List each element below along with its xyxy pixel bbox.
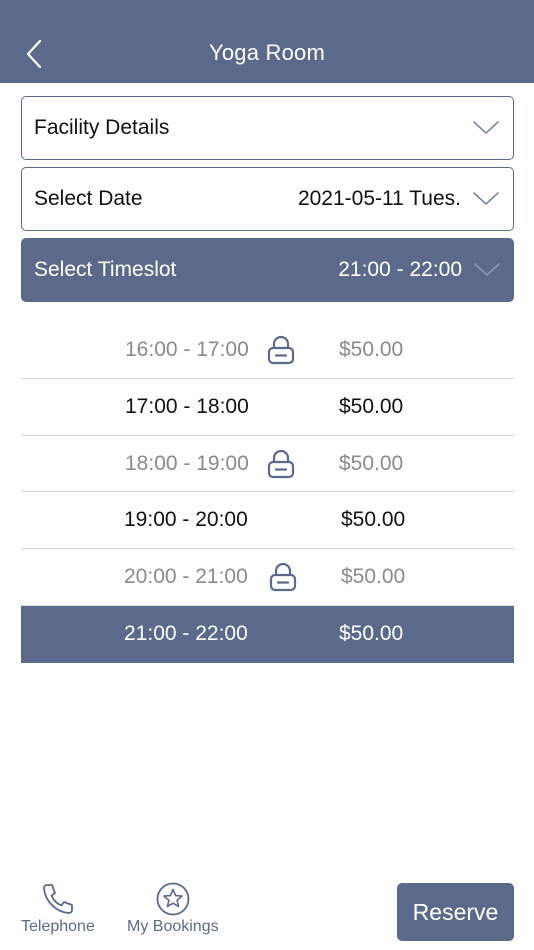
chevron-down-icon (474, 263, 500, 276)
timeslot-price: $50.00 (341, 565, 406, 589)
select-timeslot-label: Select Timeslot (34, 258, 177, 281)
timeslot-price: $50.00 (341, 508, 406, 532)
selected-timeslot-value: 21:00 - 22:00 (338, 258, 462, 281)
select-date-label: Select Date (34, 187, 143, 210)
facility-details-label: Facility Details (34, 116, 170, 139)
timeslot-price: $50.00 (339, 621, 404, 645)
timeslot-row[interactable]: 19:00 - 20:00 $50.00 (21, 492, 514, 550)
timeslot-row-selected[interactable]: 21:00 - 22:00 $50.00 (21, 605, 514, 663)
selected-date-value: 2021-05-11 Tues. (297, 187, 461, 210)
timeslot-time: 20:00 - 21:00 (124, 565, 248, 589)
timeslot-time: 17:00 - 18:00 (125, 394, 249, 418)
my-bookings-tab[interactable]: My Bookings (127, 882, 219, 936)
reserve-button[interactable]: Reserve (397, 883, 514, 941)
timeslot-row[interactable]: 18:00 - 19:00 $50.00 (21, 436, 514, 493)
bottom-toolbar: Telephone My Bookings Reserve (0, 870, 534, 950)
phone-icon (43, 884, 73, 914)
my-bookings-label: My Bookings (127, 918, 219, 935)
star-icon (156, 882, 190, 916)
telephone-tab[interactable]: Telephone (21, 882, 95, 936)
lock-icon (269, 563, 297, 592)
lock-icon (267, 449, 295, 478)
timeslot-price: $50.00 (339, 338, 404, 361)
timeslot-price: $50.00 (339, 394, 404, 418)
select-date-dropdown[interactable]: Select Date 2021-05-11 Tues. (21, 167, 514, 231)
app-header: Yoga Room (0, 0, 534, 83)
timeslot-time: 16:00 - 17:00 (125, 338, 249, 361)
chevron-down-icon (473, 121, 499, 134)
lock-icon (267, 335, 295, 365)
timeslot-list: 16:00 - 17:00 $50.00 17:00 - 18:00 $50.0… (21, 322, 514, 663)
timeslot-time: 21:00 - 22:00 (124, 621, 248, 645)
select-timeslot-dropdown[interactable]: Select Timeslot 21:00 - 22:00 (21, 238, 514, 302)
timeslot-price: $50.00 (339, 451, 404, 475)
page-title: Yoga Room (209, 40, 325, 65)
timeslot-time: 19:00 - 20:00 (124, 508, 248, 532)
timeslot-row[interactable]: 20:00 - 21:00 $50.00 (21, 549, 514, 606)
timeslot-row[interactable]: 16:00 - 17:00 $50.00 (21, 322, 514, 379)
timeslot-row[interactable]: 17:00 - 18:00 $50.00 (21, 379, 514, 436)
facility-details-dropdown[interactable]: Facility Details (21, 96, 514, 160)
telephone-label: Telephone (21, 918, 95, 935)
chevron-down-icon (473, 192, 499, 205)
timeslot-time: 18:00 - 19:00 (125, 451, 249, 475)
